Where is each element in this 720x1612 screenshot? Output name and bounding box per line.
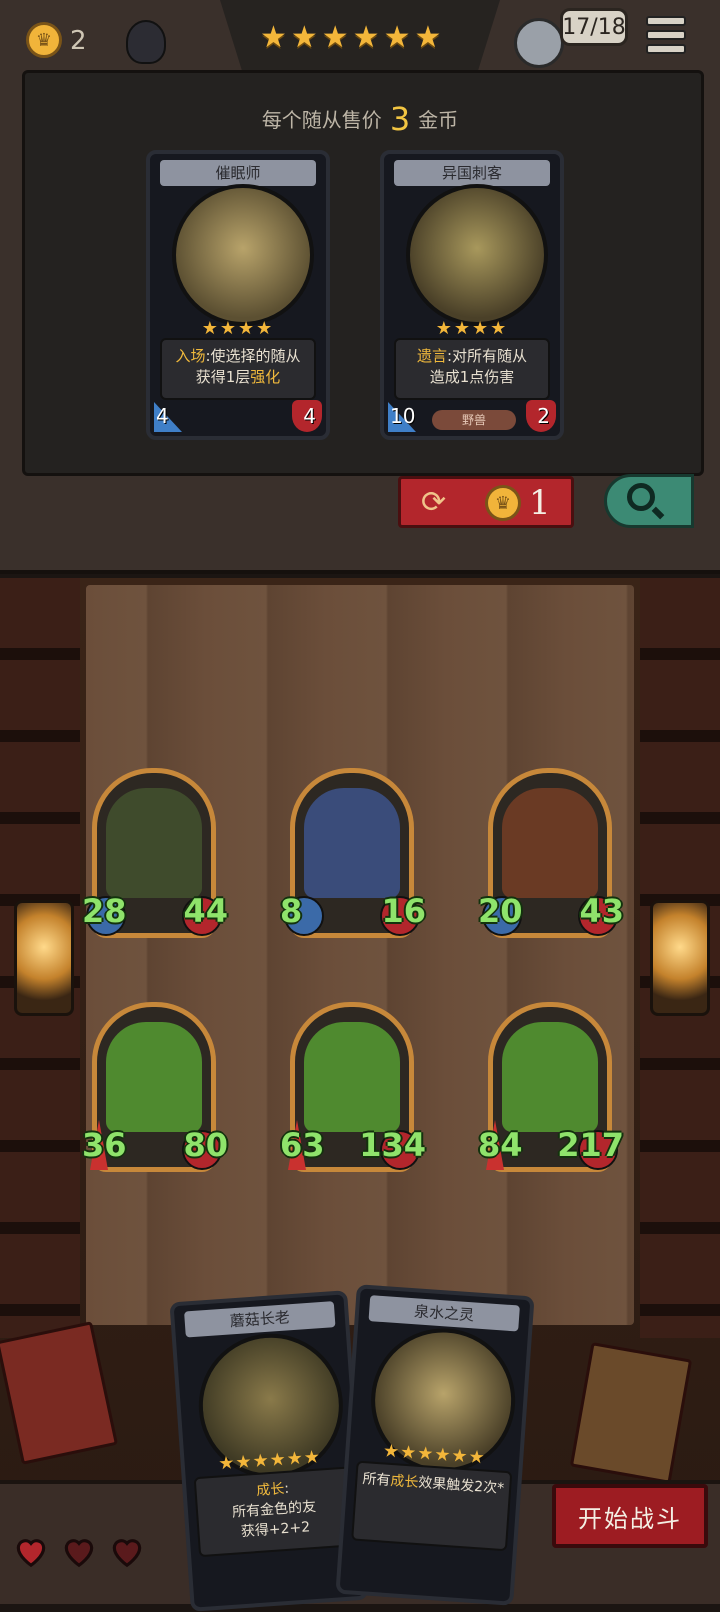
lamp-left-icon — [14, 900, 74, 1016]
card-name: 催眠师 — [160, 160, 316, 186]
desc-text: : — [283, 1480, 290, 1498]
desc-text: 获得1层 — [195, 368, 251, 386]
tribe-tag: 野兽 — [432, 410, 516, 430]
board-unit-pumpkin[interactable]: 20 43 — [478, 768, 624, 938]
unit-portrait — [304, 1022, 400, 1132]
tavern-stars: ★★★★★★ — [260, 20, 446, 55]
card-description: 成长: 所有金色的友 获得+2+2 — [193, 1466, 355, 1558]
shop-card-hypnotist[interactable]: 催眠师 ★★★★ 入场:使选择的随从 获得1层强化 4 4 — [146, 150, 330, 440]
unit-attack: 8 — [280, 892, 303, 930]
card-attack: 10 — [390, 404, 416, 428]
desc-text: 所有金色的友 — [231, 1498, 317, 1521]
desc-text: :对所有随从 — [446, 347, 528, 365]
unit-attack: 36 — [82, 1126, 127, 1164]
price-suffix: 金币 — [418, 108, 459, 132]
desc-keyword: 成长 — [255, 1481, 285, 1499]
card-description: 所有成长效果触发2次* — [351, 1460, 513, 1552]
unit-attack: 63 — [280, 1126, 325, 1164]
refresh-icon: ⟳ — [421, 485, 447, 520]
board-unit-mandrake[interactable]: 36 80 — [82, 1002, 228, 1172]
desc-keyword: 遗言 — [416, 347, 447, 365]
lamp-right-icon — [650, 900, 710, 1016]
desc-keyword: 成长 — [389, 1472, 419, 1491]
menu-icon[interactable] — [646, 16, 686, 54]
card-stars: ★★★★ — [201, 318, 275, 339]
unit-portrait — [304, 788, 400, 898]
unit-health: 217 — [557, 1126, 624, 1164]
price-value: 3 — [389, 100, 411, 138]
book-decoration — [569, 1342, 693, 1484]
desc-keyword: 强化 — [250, 368, 281, 386]
unit-attack: 84 — [478, 1126, 523, 1164]
unit-health: 44 — [183, 892, 228, 930]
heart-icon — [12, 1532, 50, 1570]
unit-portrait — [502, 1022, 598, 1132]
heart-icon — [108, 1532, 146, 1570]
card-description: 遗言:对所有随从 造成1点伤害 — [394, 338, 550, 400]
card-art — [172, 184, 314, 326]
card-name: 泉水之灵 — [368, 1295, 520, 1332]
card-name: 蘑菇长老 — [184, 1301, 336, 1338]
card-attack: 4 — [156, 404, 169, 428]
shop-card-assassin[interactable]: 异国刺客 ★★★★ 遗言:对所有随从 造成1点伤害 10 野兽 2 — [380, 150, 564, 440]
hand-card-spring-spirit[interactable]: 泉水之灵 ★★★★★★ 所有成长效果触发2次* — [335, 1284, 535, 1606]
desc-text: 造成1点伤害 — [429, 368, 515, 386]
desc-text: :使选择的随从 — [205, 347, 301, 365]
unit-attack: 28 — [82, 892, 127, 930]
unit-portrait — [106, 788, 202, 898]
board-unit-sprout[interactable]: 84 217 — [478, 1002, 624, 1172]
refresh-button[interactable]: ⟳ ♛ 1 — [398, 476, 574, 528]
card-stars: ★★★★ — [435, 318, 509, 339]
unit-health: 16 — [381, 892, 426, 930]
unit-health: 80 — [183, 1126, 228, 1164]
unit-health: 43 — [579, 892, 624, 930]
unit-attack: 20 — [478, 892, 523, 930]
opponent-avatar[interactable] — [514, 18, 564, 68]
card-description: 入场:使选择的随从 获得1层强化 — [160, 338, 316, 400]
gold-coin-icon: ♛ — [26, 22, 62, 58]
unit-health: 134 — [359, 1126, 426, 1164]
desc-text: 获得+2+2 — [240, 1519, 311, 1541]
board-unit-mandrake[interactable]: 63 134 — [280, 1002, 426, 1172]
card-art — [406, 184, 548, 326]
price-prefix: 每个随从售价 — [261, 108, 382, 132]
unit-portrait — [502, 788, 598, 898]
heart-icon — [60, 1532, 98, 1570]
unit-portrait — [106, 1022, 202, 1132]
price-info: 每个随从售价 3 金币 — [0, 100, 720, 138]
turn-counter: 17/18 — [560, 8, 628, 46]
crow-pet-icon[interactable] — [126, 20, 166, 64]
card-health: 2 — [537, 404, 550, 428]
search-button[interactable] — [604, 474, 694, 528]
gold-count: 2 — [70, 26, 87, 56]
gold-coin-icon: ♛ — [485, 485, 521, 521]
card-health: 4 — [303, 404, 316, 428]
refresh-cost: 1 — [529, 483, 551, 523]
desc-text: 所有 — [361, 1471, 391, 1489]
desc-keyword: 入场 — [175, 347, 206, 365]
start-battle-button[interactable]: 开始战斗 — [552, 1484, 708, 1548]
card-name: 异国刺客 — [394, 160, 550, 186]
desc-text: 效果触发2次* — [417, 1474, 505, 1497]
search-icon — [627, 483, 655, 511]
wooden-board — [86, 585, 634, 1325]
board-unit-spring-spirit[interactable]: 8 16 — [280, 768, 426, 938]
board-unit-mushroom-elder[interactable]: 28 44 — [82, 768, 228, 938]
